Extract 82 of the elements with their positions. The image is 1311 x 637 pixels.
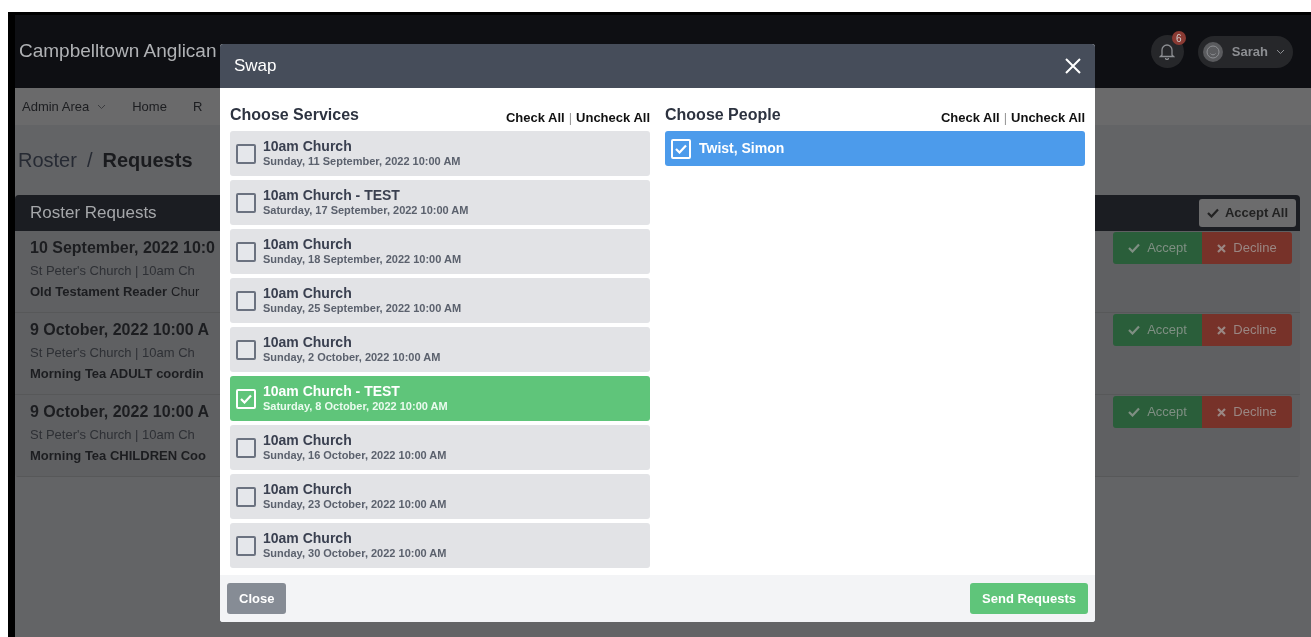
check-all-link[interactable]: Check All [940, 107, 1000, 127]
service-name: 10am Church [263, 431, 353, 450]
service-option[interactable]: 10am Church Sunday, 16 October, 2022 10:00 AM [230, 425, 650, 470]
request-date: 9 October, 2022 10:00 A [30, 402, 210, 422]
decline-button[interactable]: Decline [1202, 314, 1292, 346]
decline-button[interactable]: Decline [1202, 232, 1292, 264]
check-icon [1128, 243, 1141, 253]
check-icon [1128, 407, 1141, 417]
person-option[interactable]: Twist, Simon [665, 131, 1085, 166]
service-name: 10am Church [263, 284, 353, 303]
checkbox[interactable] [236, 339, 256, 360]
service-time: Sunday, 16 October, 2022 10:00 AM [263, 449, 447, 464]
section-heading: Choose People [665, 105, 781, 125]
service-name: 10am Church - TEST [263, 382, 401, 401]
person-name: Twist, Simon [699, 139, 785, 158]
close-icon [1217, 407, 1227, 417]
notification-count: 6 [1171, 31, 1186, 45]
service-time: Sunday, 2 October, 2022 10:00 AM [263, 351, 441, 366]
service-name: 10am Church [263, 137, 353, 156]
link-divider: | [1003, 108, 1008, 127]
checkbox[interactable] [236, 241, 256, 262]
close-icon [1217, 243, 1227, 253]
uncheck-all-link[interactable]: Uncheck All [1011, 107, 1085, 127]
service-name: 10am Church [263, 480, 353, 499]
accept-all-button[interactable]: Accept All [1198, 199, 1296, 227]
request-role: Morning Tea CHILDREN Coo [30, 446, 206, 465]
service-time: Saturday, 8 October, 2022 10:00 AM [263, 400, 448, 415]
request-date: 10 September, 2022 10:0 [30, 238, 215, 258]
nav-link[interactable]: R [192, 96, 203, 117]
checkbox[interactable] [236, 143, 256, 164]
request-role: Old Testament Reader [30, 282, 168, 301]
smiley-icon [1201, 40, 1224, 63]
service-option[interactable]: 10am Church Sunday, 23 October, 2022 10:00 AM [230, 474, 650, 519]
bell-icon [1159, 43, 1176, 60]
link-divider: | [568, 108, 573, 127]
service-time: Sunday, 30 October, 2022 10:00 AM [263, 547, 447, 562]
dialog-title: Swap [234, 55, 277, 78]
close-icon[interactable] [1065, 58, 1081, 74]
service-time: Sunday, 23 October, 2022 10:00 AM [263, 498, 447, 513]
site-title[interactable]: Campbelltown Anglican [19, 37, 217, 66]
breadcrumb-current: Requests [102, 148, 193, 173]
service-name: 10am Church [263, 529, 353, 548]
service-option[interactable]: 10am Church Sunday, 25 September, 2022 10:00 AM [230, 278, 650, 323]
service-option[interactable]: 10am Church Sunday, 11 September, 2022 10:00 AM [230, 131, 650, 176]
section-heading: Choose Services [230, 105, 359, 125]
checkbox[interactable] [236, 437, 256, 458]
service-name: 10am Church [263, 235, 353, 254]
checkbox[interactable] [236, 290, 256, 311]
user-name: Sarah [1231, 42, 1268, 61]
decline-button[interactable]: Decline [1202, 396, 1292, 428]
breadcrumb-link[interactable]: Roster [18, 145, 77, 175]
service-option[interactable]: 10am Church Sunday, 30 October, 2022 10:00 AM [230, 523, 650, 568]
service-option[interactable]: 10am Church Sunday, 2 October, 2022 10:00 AM [230, 327, 650, 372]
chevron-down-icon [97, 103, 107, 110]
check-icon [1206, 208, 1219, 218]
breadcrumb-separator: / [86, 148, 93, 173]
request-role: Morning Tea ADULT coordin [30, 364, 204, 383]
nav-link[interactable]: Admin Area [22, 96, 107, 117]
service-name: 10am Church [263, 333, 353, 352]
checkbox[interactable] [236, 535, 256, 556]
close-icon [1217, 325, 1227, 335]
nav-link[interactable]: Home [132, 96, 167, 117]
check-icon [240, 393, 252, 404]
service-name: 10am Church - TEST [263, 186, 401, 205]
check-icon [675, 143, 687, 154]
checkbox[interactable] [236, 486, 256, 507]
card-title: Roster Requests [30, 202, 157, 225]
request-date: 9 October, 2022 10:00 A [30, 320, 210, 340]
service-option[interactable]: 10am Church Sunday, 18 September, 2022 10:00 AM [230, 229, 650, 274]
check-icon [1128, 325, 1141, 335]
service-time: Saturday, 17 September, 2022 10:00 AM [263, 204, 469, 219]
request-note: Chur [171, 282, 200, 301]
service-time: Sunday, 25 September, 2022 10:00 AM [263, 302, 462, 317]
check-all-link[interactable]: Check All [505, 107, 565, 127]
close-button[interactable]: Close [227, 583, 287, 614]
service-time: Sunday, 11 September, 2022 10:00 AM [263, 155, 461, 170]
service-option[interactable]: 10am Church - TEST Saturday, 17 September, 2022 10:00 AM [230, 180, 650, 225]
user-menu[interactable]: Sarah [1197, 35, 1293, 68]
uncheck-all-link[interactable]: Uncheck All [576, 107, 650, 127]
checkbox[interactable] [236, 192, 256, 213]
service-time: Sunday, 18 September, 2022 10:00 AM [263, 253, 462, 268]
chevron-down-icon [1276, 48, 1285, 55]
